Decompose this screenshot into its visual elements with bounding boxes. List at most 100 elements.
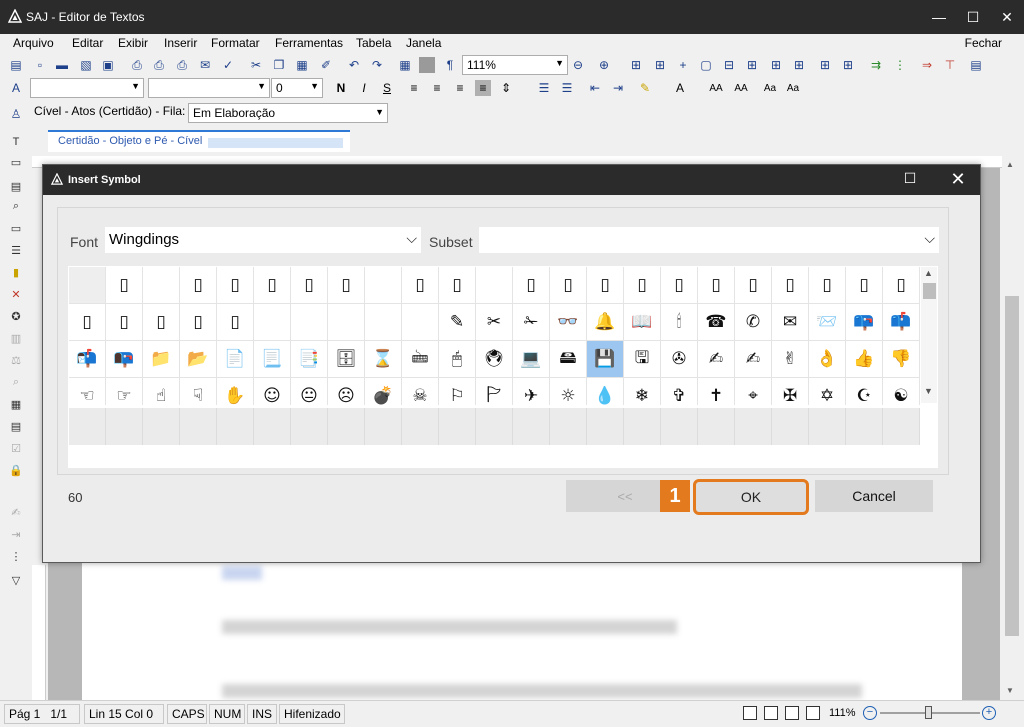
cut-icon[interactable]: ✂ (248, 57, 264, 73)
symbol-cell[interactable]: 💾 (587, 341, 624, 378)
email-icon[interactable]: ✉ (197, 57, 213, 73)
symbol-cell[interactable]: 🕯 (661, 304, 698, 341)
table-cell-icon[interactable]: ▢ (698, 57, 714, 73)
symbol-cell[interactable]: 💣 (365, 378, 402, 405)
menu-arquivo[interactable]: Arquivo (13, 36, 54, 50)
symbol-cell[interactable]: 📁 (143, 341, 180, 378)
copy-icon[interactable]: ❐ (271, 57, 287, 73)
zoom-out-button[interactable]: − (863, 706, 877, 720)
symbol-cell[interactable] (328, 304, 365, 341)
symbol-cell[interactable]: 📪 (846, 304, 883, 341)
symbol-cell[interactable]: ✍ (735, 341, 772, 378)
table-grid-icon[interactable]: ⊞ (628, 57, 644, 73)
symbol-cell[interactable]: ☪ (846, 378, 883, 405)
subset-select[interactable]: ⌵ (479, 227, 939, 253)
symbol-cell[interactable]: ▯ (735, 267, 772, 304)
export-icon[interactable]: ⇥ (8, 526, 24, 542)
symbol-cell[interactable]: ☞ (106, 378, 143, 405)
align-right-icon[interactable]: ≡ (452, 80, 468, 96)
zoom-slider-thumb[interactable] (925, 706, 932, 719)
recent-symbol-cell[interactable] (550, 408, 587, 445)
spellcheck-icon[interactable]: ✓ (220, 57, 236, 73)
symbol-cell[interactable]: 📫 (883, 304, 920, 341)
attachment-icon[interactable]: ▮ (8, 264, 24, 280)
insert-table-icon[interactable]: ▦ (397, 57, 413, 73)
menu-editar[interactable]: Editar (72, 36, 103, 50)
menu-tabela[interactable]: Tabela (356, 36, 391, 50)
symbol-cell[interactable]: 👎 (883, 341, 920, 378)
increase-indent-icon[interactable]: ⇥ (610, 80, 626, 96)
menu-formatar[interactable]: Formatar (211, 36, 260, 50)
symbol-cell[interactable]: ▯ (106, 267, 143, 304)
symbol-cell[interactable]: 📖 (624, 304, 661, 341)
recent-symbol-cell[interactable] (846, 408, 883, 445)
symbol-cell[interactable] (291, 304, 328, 341)
dialog-maximize-button[interactable]: ☐ (903, 170, 917, 186)
redo-icon[interactable]: ↷ (369, 57, 385, 73)
symbol-cell[interactable]: ☝ (143, 378, 180, 405)
symbol-cell[interactable]: ☟ (180, 378, 217, 405)
symbol-cell[interactable]: 📃 (254, 341, 291, 378)
symbol-cell[interactable]: 📭 (106, 341, 143, 378)
symbol-cell[interactable]: ✡ (809, 378, 846, 405)
table-cross-icon[interactable]: + (675, 57, 691, 73)
shrink-font-icon[interactable]: AA (733, 80, 749, 96)
recent-symbol-cell[interactable] (809, 408, 846, 445)
share-icon[interactable]: ⋮ (8, 548, 24, 564)
underline-icon[interactable]: S (379, 80, 395, 96)
recent-symbol-cell[interactable] (735, 408, 772, 445)
font-color-icon[interactable]: A (672, 80, 688, 96)
symbol-cell[interactable]: ▯ (143, 304, 180, 341)
symbol-cell[interactable]: 🔔 (587, 304, 624, 341)
symbol-cell[interactable]: ✞ (661, 378, 698, 405)
scroll-up-icon[interactable]: ▲ (1006, 160, 1014, 169)
print-icon[interactable]: ⎙ (129, 57, 145, 73)
table-borders-icon[interactable]: ⊞ (768, 57, 784, 73)
symbol-cell[interactable]: 💧 (587, 378, 624, 405)
recent-symbol-cell[interactable] (476, 408, 513, 445)
symbol-cell[interactable]: ▯ (106, 304, 143, 341)
symbol-cell[interactable]: ▯ (328, 267, 365, 304)
dialog-close-button[interactable]: ✕ (948, 169, 968, 189)
document-scrollbar[interactable]: ▲ ▼ (1002, 156, 1022, 700)
symbol-cell[interactable]: ✂ (476, 304, 513, 341)
symbol-cell[interactable]: ☺ (254, 378, 291, 405)
symbol-cell[interactable]: ▯ (69, 304, 106, 341)
symbol-cell[interactable]: ▯ (661, 267, 698, 304)
layout-icon[interactable]: ⊞ (817, 57, 833, 73)
symbol-cell[interactable] (402, 304, 439, 341)
symbol-cell[interactable]: ✈ (513, 378, 550, 405)
close-window-button[interactable]: ✕ (990, 0, 1024, 34)
print-preview-icon[interactable]: ⎙ (151, 57, 167, 73)
format-painter-icon[interactable]: ✐ (318, 57, 334, 73)
recent-symbol-cell[interactable] (772, 408, 809, 445)
sign-icon[interactable]: ⊤ (942, 57, 958, 73)
scroll-down-icon[interactable]: ▼ (924, 386, 933, 396)
full-page-view-icon[interactable] (806, 706, 820, 720)
symbol-cell[interactable]: 🖫 (624, 341, 661, 378)
symbol-cell[interactable]: ❄ (624, 378, 661, 405)
symbol-cell[interactable]: ✎ (439, 304, 476, 341)
symbol-cell[interactable]: 🖮 (402, 341, 439, 378)
comment-icon[interactable]: ▭ (8, 220, 24, 236)
symbol-cell[interactable]: ✆ (735, 304, 772, 341)
recent-symbol-cell[interactable] (365, 408, 402, 445)
symbol-cell[interactable]: ⌖ (735, 378, 772, 405)
justify-icon[interactable]: ≡ (475, 80, 491, 96)
two-page-view-icon[interactable] (764, 706, 778, 720)
font-family-select[interactable]: ▼ (148, 78, 270, 98)
table-split-icon[interactable]: ⊟ (721, 57, 737, 73)
symbol-cell[interactable]: 👓 (550, 304, 587, 341)
recent-symbol-cell[interactable] (661, 408, 698, 445)
menu-exibir[interactable]: Exibir (118, 36, 148, 50)
case-alt-icon[interactable]: Aa (785, 80, 801, 96)
symbol-cell[interactable]: ▯ (624, 267, 661, 304)
symbol-cell[interactable] (365, 304, 402, 341)
list-icon[interactable]: ☰ (8, 242, 24, 258)
cancel-button[interactable]: Cancel (815, 480, 933, 512)
badge-icon[interactable]: ✪ (8, 308, 24, 324)
recent-symbol-cell[interactable] (106, 408, 143, 445)
form-icon[interactable]: ▤ (8, 178, 24, 194)
symbol-cell[interactable]: ⚐ (439, 378, 476, 405)
bold-icon[interactable]: N (333, 80, 349, 96)
